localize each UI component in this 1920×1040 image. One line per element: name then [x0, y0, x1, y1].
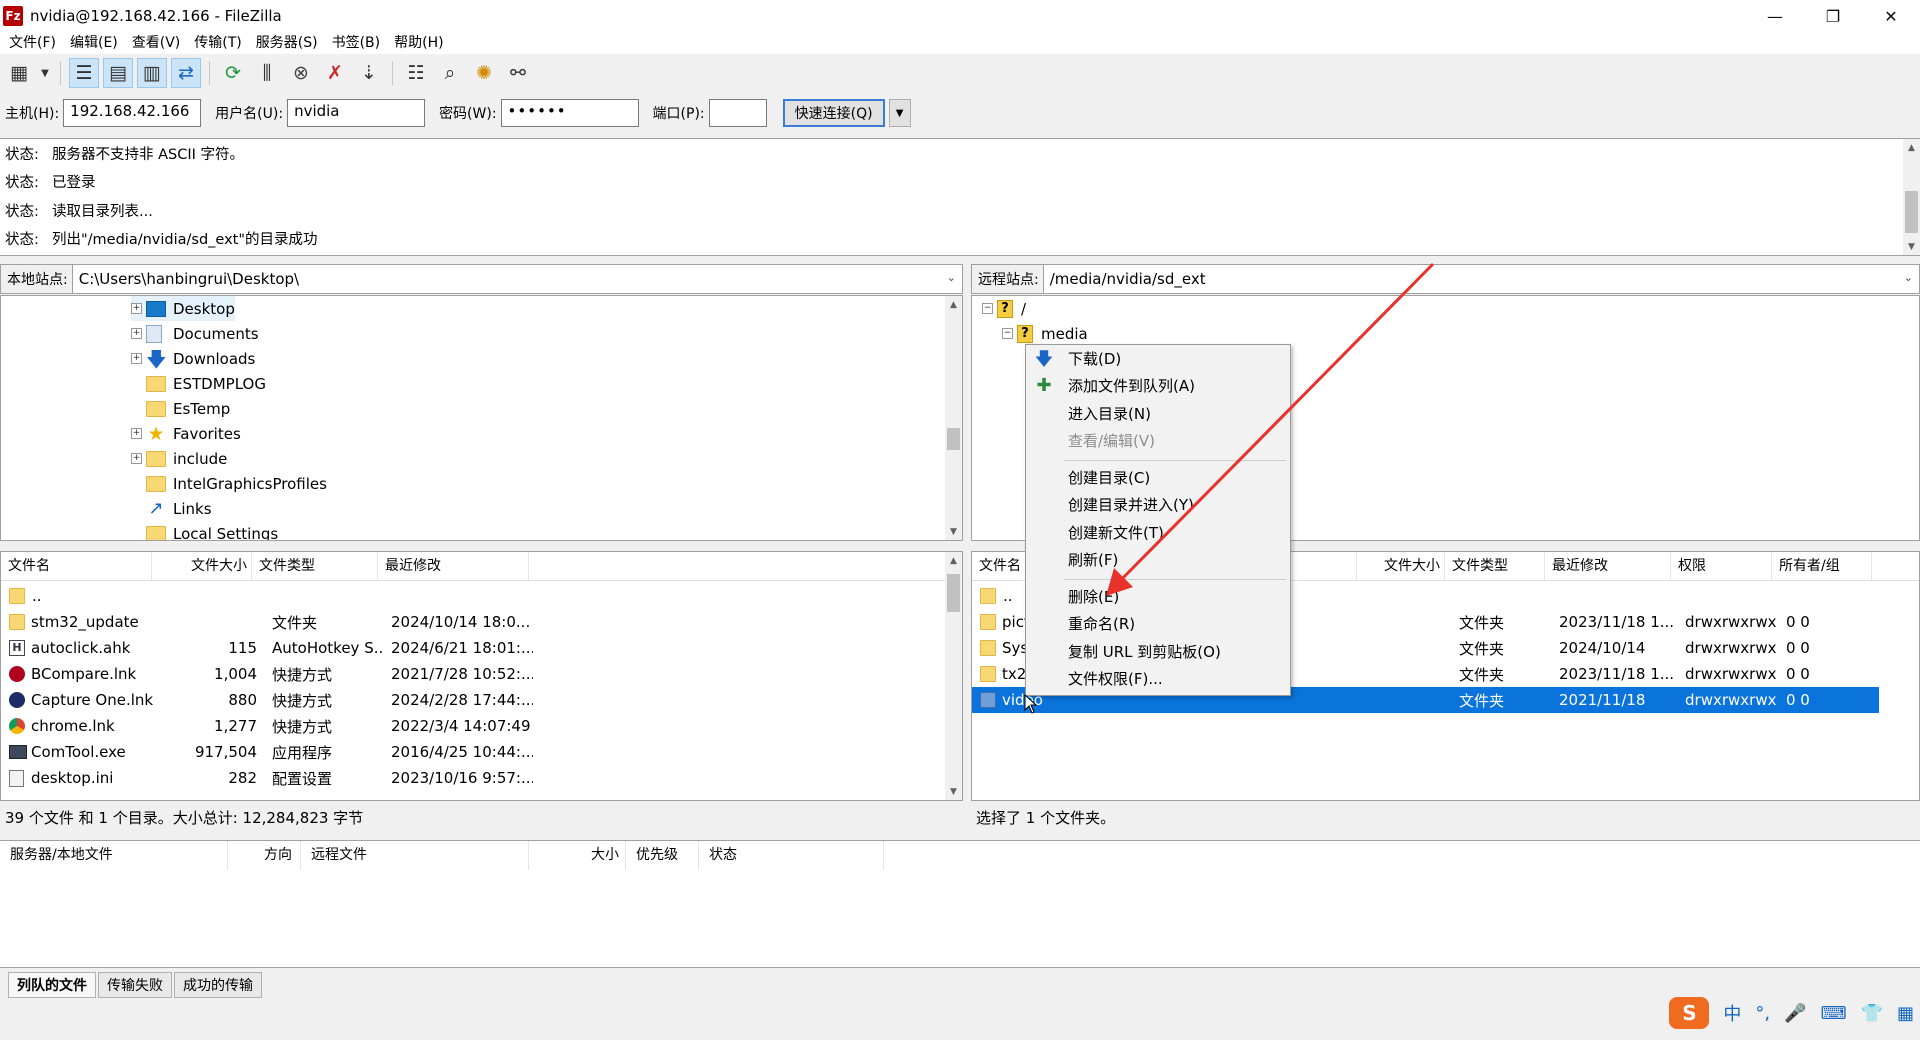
ime-language-indicator[interactable]: 中 [1723, 1000, 1741, 1026]
sogou-ime-logo-icon[interactable]: S [1669, 997, 1710, 1029]
skin-icon[interactable]: 👕 [1861, 1003, 1883, 1024]
mouse-cursor-icon [1024, 694, 1038, 714]
filezilla-window: Fz nvidia@192.168.42.166 - FileZilla — ❐… [0, 0, 1920, 1040]
keyboard-icon[interactable]: ⌨ [1821, 1003, 1847, 1024]
annotation-arrow [1106, 262, 1435, 596]
toolbox-icon[interactable]: ▦ [1897, 1003, 1914, 1024]
annotation-arrow-line [1116, 262, 1435, 585]
punctuation-icon[interactable]: °, [1755, 1003, 1770, 1024]
ime-toolbar: S 中 °, 🎤 ⌨ 👕 ▦ [1669, 996, 1920, 1030]
microphone-icon[interactable]: 🎤 [1784, 1003, 1806, 1024]
